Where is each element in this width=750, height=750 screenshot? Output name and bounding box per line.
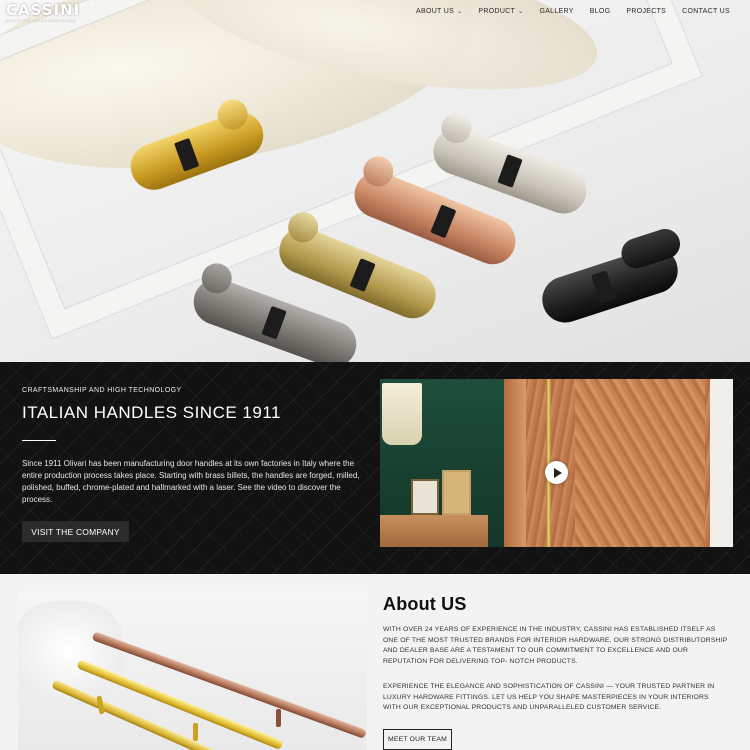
video-photo-frame xyxy=(411,479,439,515)
handle-leg xyxy=(276,709,281,727)
title-divider xyxy=(22,440,56,441)
chevron-down-icon: ⌄ xyxy=(518,9,524,15)
logo-wordmark: CASSINI xyxy=(6,1,81,19)
meet-team-button[interactable]: MEET OUR TEAM xyxy=(383,729,452,750)
lock-cylinder-black xyxy=(536,225,684,329)
about-title: About US xyxy=(383,594,467,614)
nav-item-contact-us[interactable]: CONTACT US xyxy=(674,8,738,15)
about-paragraph: WITH OVER 24 YEARS OF EXPERIENCE IN THE … xyxy=(383,626,728,665)
section-title: ITALIAN HANDLES SINCE 1911 xyxy=(22,403,281,422)
play-icon[interactable] xyxy=(545,461,568,484)
process-video[interactable] xyxy=(380,379,733,547)
sparkle-icon: ✦ xyxy=(90,3,96,9)
heritage-section: CRAFTSMANSHIP AND HIGH TECHNOLOGY ITALIA… xyxy=(0,362,750,574)
about-section: About US WITH OVER 24 YEARS OF EXPERIENC… xyxy=(0,574,750,750)
nav-label: ABOUT US xyxy=(416,8,455,15)
nav-label: BLOG xyxy=(589,8,611,15)
handles-image xyxy=(18,591,367,750)
video-door-panel xyxy=(575,379,705,547)
about-paragraph: EXPERIENCE THE ELEGANCE AND SOPHISTICATI… xyxy=(383,683,715,712)
section-description: Since 1911 Olivari has been manufacturin… xyxy=(22,459,360,504)
video-lamp xyxy=(382,383,422,445)
nav-label: CONTACT US xyxy=(682,8,730,15)
nav-item-projects[interactable]: PROJECTS xyxy=(618,8,674,15)
nav-item-product[interactable]: PRODUCT ⌄ xyxy=(470,8,531,15)
logo-tagline: SHAPING MASTERPIECES xyxy=(6,18,77,23)
chevron-down-icon: ⌄ xyxy=(457,9,463,15)
nav-label: PRODUCT xyxy=(478,8,516,15)
nav-item-blog[interactable]: BLOG xyxy=(582,8,619,15)
nav-label: PROJECTS xyxy=(626,8,667,15)
nav-label: GALLERY xyxy=(539,8,574,15)
handle-leg xyxy=(193,723,198,741)
video-wall xyxy=(710,379,733,547)
nav-item-about-us[interactable]: ABOUT US ⌄ xyxy=(408,8,470,15)
video-photo-frame xyxy=(442,470,471,515)
visit-company-button[interactable]: VISIT THE COMPANY xyxy=(22,521,129,542)
top-navigation: CASSINI SHAPING MASTERPIECES ✦ ABOUT US … xyxy=(0,0,750,26)
cassini-logo[interactable]: CASSINI SHAPING MASTERPIECES ✦ xyxy=(6,1,95,24)
main-menu: ABOUT US ⌄ PRODUCT ⌄ GALLERY BLOG PROJEC… xyxy=(408,8,738,15)
video-door-frame xyxy=(504,379,526,547)
hero-banner: CASSINI SHAPING MASTERPIECES ✦ ABOUT US … xyxy=(0,0,750,362)
nav-item-gallery[interactable]: GALLERY xyxy=(531,8,581,15)
section-eyebrow: CRAFTSMANSHIP AND HIGH TECHNOLOGY xyxy=(22,387,182,394)
video-shelf xyxy=(380,515,488,547)
